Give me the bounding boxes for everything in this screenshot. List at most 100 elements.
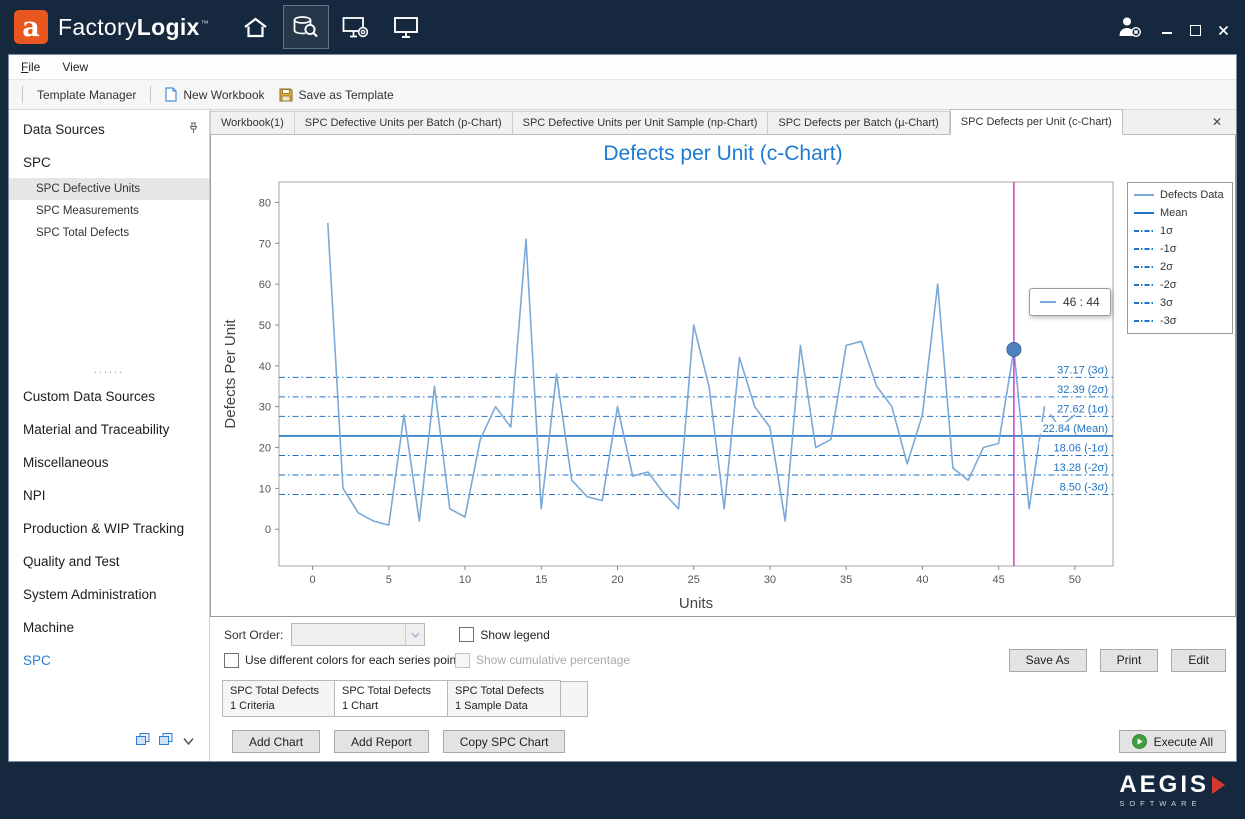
minimize-button[interactable] [1161,24,1173,36]
data-analysis-icon[interactable] [283,5,329,49]
workbook-buttons: Add Chart Add Report Copy SPC Chart [232,730,565,753]
chart-action-buttons: Save As Print Edit [1009,649,1226,672]
legend-label: -2σ [1160,279,1177,291]
sidebar-category-system-administration[interactable]: System Administration [9,578,209,611]
show-legend-checkbox[interactable]: Show legend [459,627,549,642]
sidebar-category-production-wip-tracking[interactable]: Production & WIP Tracking [9,512,209,545]
aegis-brand-text: AEGIS [1119,773,1209,797]
legend-item-defects-data: Defects Data [1133,186,1227,204]
execute-icon [1132,734,1147,749]
sidebar-category-miscellaneous[interactable]: Miscellaneous [9,446,209,479]
sort-order-select[interactable] [291,623,425,646]
home-icon-glyph [243,17,268,38]
tab-workbook-1[interactable]: Workbook(1) [210,111,295,134]
workspace: Workbook(1)SPC Defective Units per Batch… [210,110,1236,761]
execute-all-button[interactable]: Execute All [1119,730,1226,753]
add-chart-button[interactable]: Add Chart [232,730,320,753]
sidebar-item-spc-total-defects[interactable]: SPC Total Defects [9,222,209,244]
legend-line-sample [1133,226,1155,236]
checkbox-box [455,653,470,668]
save-as-template-label: Save as Template [299,88,394,102]
plot-border [279,182,1113,566]
tab-spc-defective-units-per-batch-p-chart[interactable]: SPC Defective Units per Batch (p-Chart) [295,111,513,134]
legend-line-sample [1133,208,1155,218]
monitor-gear-icon [342,16,369,39]
tab-spc-defective-units-per-unit-sample-np-chart[interactable]: SPC Defective Units per Unit Sample (np-… [513,111,769,134]
pin-icon[interactable] [188,122,199,137]
menu-item-view[interactable]: View [62,60,88,74]
subtabs: SPC Total Defects 1 CriteriaSPC Total De… [222,680,1230,717]
close-icon [1218,25,1229,36]
y-tick-label: 20 [259,443,271,455]
add-report-button[interactable]: Add Report [334,730,429,753]
control-line-label-1: 27.62 (1σ) [1057,403,1108,415]
legend-item-2: 2σ [1133,258,1227,276]
edit-button[interactable]: Edit [1171,649,1226,672]
new-document-icon [165,87,177,102]
subtab-spc-total-defects-1-sample-data[interactable]: SPC Total Defects 1 Sample Data [448,680,561,717]
maximize-button[interactable] [1189,24,1201,36]
template-manager-label: Template Manager [37,88,136,102]
sort-order-label: Sort Order: [224,628,283,642]
titlebar-right [1117,10,1231,44]
y-tick-label: 50 [259,320,271,332]
sidebar-splitter[interactable]: ...... [9,360,209,380]
subtab-spc-total-defects-1-chart[interactable]: SPC Total Defects 1 Chart [335,680,448,717]
legend-line-sample [1133,190,1155,200]
checkbox-box [224,653,239,668]
spc-group-label: SPC [23,155,51,170]
save-icon [279,88,293,102]
sidebar-spacer [9,244,209,360]
close-button[interactable] [1217,24,1229,36]
sidebar-category-quality-and-test[interactable]: Quality and Test [9,545,209,578]
brand-logix: Logix [137,14,200,40]
trademark-symbol: ™ [201,19,209,28]
legend-line-sample [1133,262,1155,272]
tooltip-value: 46 : 44 [1063,295,1100,309]
titlebar: a FactoryLogix™ [0,0,1245,54]
tab-close-icon[interactable]: ✕ [1208,113,1226,131]
monitor-icon-glyph [393,16,419,39]
sidebar-category-machine[interactable]: Machine [9,611,209,644]
tooltip-line-sample [1040,301,1056,303]
save-as-button[interactable]: Save As [1009,649,1087,672]
new-workbook-button[interactable]: New Workbook [158,84,271,105]
sidebar-footer [9,725,209,761]
window-controls [1161,24,1229,36]
aegis-software-text: SOFTWARE [1119,799,1225,808]
user-session-icon[interactable] [1117,16,1143,44]
spc-chart-plot[interactable]: 0510152025303540455001020304050607080Uni… [215,172,1123,618]
menu-item-file[interactable]: File [21,60,40,74]
menubar: File View [9,55,1236,80]
cascade-windows-icon[interactable] [136,733,150,751]
chart-title: Defects per Unit (c-Chart) [211,135,1235,166]
tile-windows-icon[interactable] [159,733,173,751]
subtab-spc-total-defects-1-criteria[interactable]: SPC Total Defects 1 Criteria [222,680,335,717]
sidebar-category-material-and-traceability[interactable]: Material and Traceability [9,413,209,446]
database-search-icon [292,15,319,40]
tab-spc-defects-per-unit-c-chart[interactable]: SPC Defects per Unit (c-Chart) [950,109,1123,135]
sidebar-item-spc-defective-units[interactable]: SPC Defective Units [9,178,209,200]
y-axis-title: Defects Per Unit [222,319,239,429]
home-icon[interactable] [233,5,279,49]
x-tick-label: 0 [309,574,315,586]
sidebar-category-spc[interactable]: SPC [9,644,209,677]
save-as-template-button[interactable]: Save as Template [272,85,401,105]
sidebar-category-npi[interactable]: NPI [9,479,209,512]
sidebar-group-spc[interactable]: SPC [9,141,209,178]
chevron-down-icon[interactable] [182,733,195,751]
sidebar-category-custom-data-sources[interactable]: Custom Data Sources [9,380,209,413]
use-different-colors-checkbox[interactable]: Use different colors for each series poi… [224,653,460,668]
tab-spc-defects-per-batch-chart[interactable]: SPC Defects per Batch (µ-Chart) [768,111,949,134]
monitor-icon[interactable] [383,5,429,49]
workstation-settings-icon[interactable] [333,5,379,49]
copy-spc-chart-button[interactable]: Copy SPC Chart [443,730,566,753]
legend-label: Defects Data [1160,189,1224,201]
execute-all-label: Execute All [1154,735,1213,749]
template-manager-button[interactable]: Template Manager [30,85,143,105]
sidebar-item-spc-measurements[interactable]: SPC Measurements [9,200,209,222]
controls-row-1: Sort Order: Show legend [216,622,1230,647]
print-button[interactable]: Print [1100,649,1159,672]
toolbar: Template Manager New Workbook Save as Te… [9,80,1236,110]
x-tick-label: 30 [764,574,776,586]
